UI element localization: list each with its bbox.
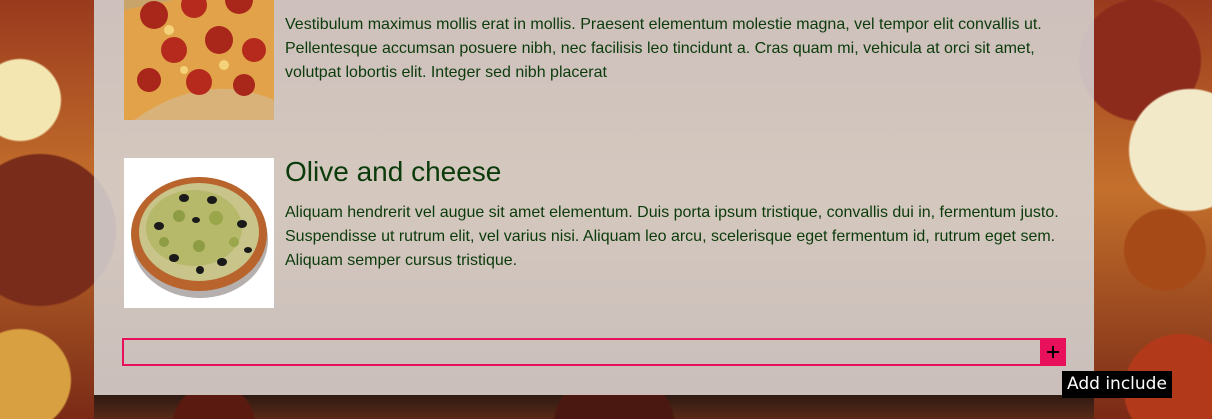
list-item: Vestibulum maximus mollis erat in mollis…	[124, 0, 1084, 125]
list-item: Olive and cheese Aliquam hendrerit vel a…	[124, 156, 1084, 308]
pepperoni-pizza-image	[124, 0, 274, 120]
include-drop-zone[interactable]	[122, 338, 1066, 366]
item-description: Aliquam hendrerit vel augue sit amet ele…	[285, 204, 1059, 269]
olive-cheese-pizza-image	[124, 158, 274, 308]
content-panel: Vestibulum maximus mollis erat in mollis…	[94, 0, 1094, 395]
background-image-strip	[94, 395, 1094, 419]
item-description: Vestibulum maximus mollis erat in mollis…	[285, 16, 1042, 81]
add-include-tooltip: Add include	[1062, 371, 1172, 398]
add-include-button[interactable]	[1040, 338, 1066, 366]
item-title: Olive and cheese	[285, 156, 502, 187]
plus-icon	[1047, 346, 1059, 358]
